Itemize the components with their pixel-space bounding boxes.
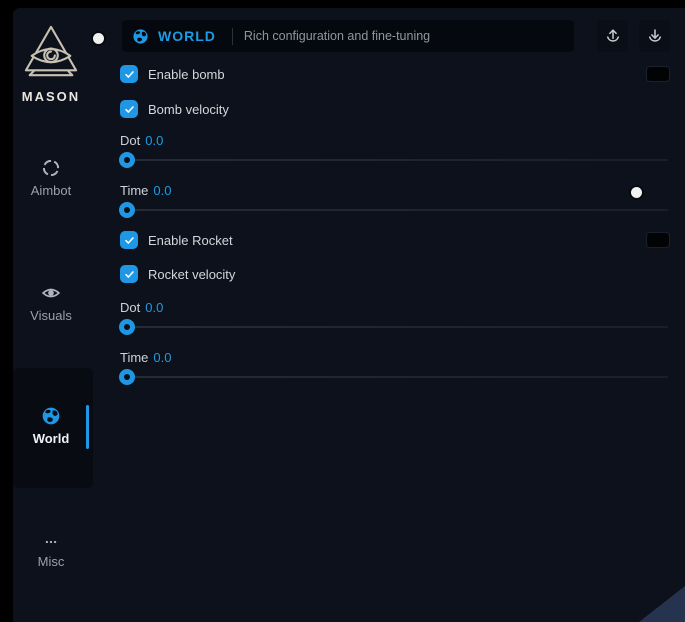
slider-track[interactable] [120, 326, 668, 328]
world-settings: Enable bomb Bomb velocity Dot 0.0 [120, 8, 668, 622]
rocket-time-slider-group: Time 0.0 [120, 350, 668, 386]
slider-label: Dot 0.0 [120, 300, 163, 315]
masonic-eye-icon [20, 24, 82, 80]
slider-label: Dot 0.0 [120, 133, 163, 148]
sidebar-item-misc[interactable]: Misc [13, 535, 89, 569]
slider-label: Time 0.0 [120, 183, 171, 198]
rocket-dot-slider-group: Dot 0.0 [120, 300, 668, 336]
slider-name: Time [120, 350, 148, 365]
sidebar-item-visuals[interactable]: Visuals [13, 283, 89, 323]
rocket-time-slider[interactable] [120, 369, 668, 385]
eye-icon [41, 283, 61, 303]
mason-logo: MASON [13, 24, 89, 104]
slider-thumb[interactable] [119, 369, 135, 385]
enable-bomb-row: Enable bomb [120, 65, 668, 83]
sidebar-item-label: Visuals [30, 308, 72, 323]
bomb-dot-slider-group: Dot 0.0 [120, 133, 668, 169]
slider-track[interactable] [120, 159, 668, 161]
slider-track[interactable] [120, 376, 668, 378]
cursor-dot [631, 187, 642, 198]
enable-rocket-checkbox[interactable] [120, 231, 138, 249]
enable-rocket-row: Enable Rocket [120, 231, 668, 249]
bomb-color-swatch[interactable] [646, 66, 670, 82]
rocket-velocity-row: Rocket velocity [120, 265, 668, 283]
bomb-velocity-row: Bomb velocity [120, 100, 668, 118]
sidebar-item-label: World [33, 431, 70, 446]
bomb-dot-slider[interactable] [120, 152, 668, 168]
check-icon [124, 69, 135, 80]
slider-value: 0.0 [153, 350, 171, 365]
slider-thumb[interactable] [119, 152, 135, 168]
sidebar-item-aimbot[interactable]: Aimbot [13, 158, 89, 198]
slider-value: 0.0 [145, 300, 163, 315]
ellipsis-icon [41, 535, 61, 549]
sidebar-item-label: Aimbot [31, 183, 71, 198]
slider-value: 0.0 [153, 183, 171, 198]
sidebar-item-label: Misc [38, 554, 65, 569]
bomb-velocity-checkbox[interactable] [120, 100, 138, 118]
mason-window: MASON Aimbot Visuals [13, 8, 685, 622]
slider-name: Dot [120, 300, 140, 315]
slider-thumb[interactable] [119, 202, 135, 218]
sidebar: MASON Aimbot Visuals [13, 8, 120, 622]
globe-icon [41, 406, 61, 426]
bomb-time-slider[interactable] [120, 202, 668, 218]
sidebar-item-world[interactable]: World [13, 406, 89, 446]
checkbox-label: Bomb velocity [148, 102, 229, 117]
check-icon [124, 269, 135, 280]
slider-value: 0.0 [145, 133, 163, 148]
crosshair-icon [41, 158, 61, 178]
slider-track[interactable] [120, 209, 668, 211]
slider-label: Time 0.0 [120, 350, 171, 365]
cursor-dot [93, 33, 104, 44]
screen: MASON Aimbot Visuals [0, 0, 685, 622]
slider-thumb[interactable] [119, 319, 135, 335]
corner-highlight [639, 586, 685, 622]
checkbox-label: Enable bomb [148, 67, 225, 82]
rocket-velocity-checkbox[interactable] [120, 265, 138, 283]
slider-name: Dot [120, 133, 140, 148]
logo-text: MASON [13, 89, 89, 104]
checkbox-label: Enable Rocket [148, 233, 233, 248]
slider-name: Time [120, 183, 148, 198]
bomb-time-slider-group: Time 0.0 [120, 183, 668, 219]
enable-bomb-checkbox[interactable] [120, 65, 138, 83]
checkbox-label: Rocket velocity [148, 267, 235, 282]
rocket-dot-slider[interactable] [120, 319, 668, 335]
check-icon [124, 235, 135, 246]
rocket-color-swatch[interactable] [646, 232, 670, 248]
check-icon [124, 104, 135, 115]
